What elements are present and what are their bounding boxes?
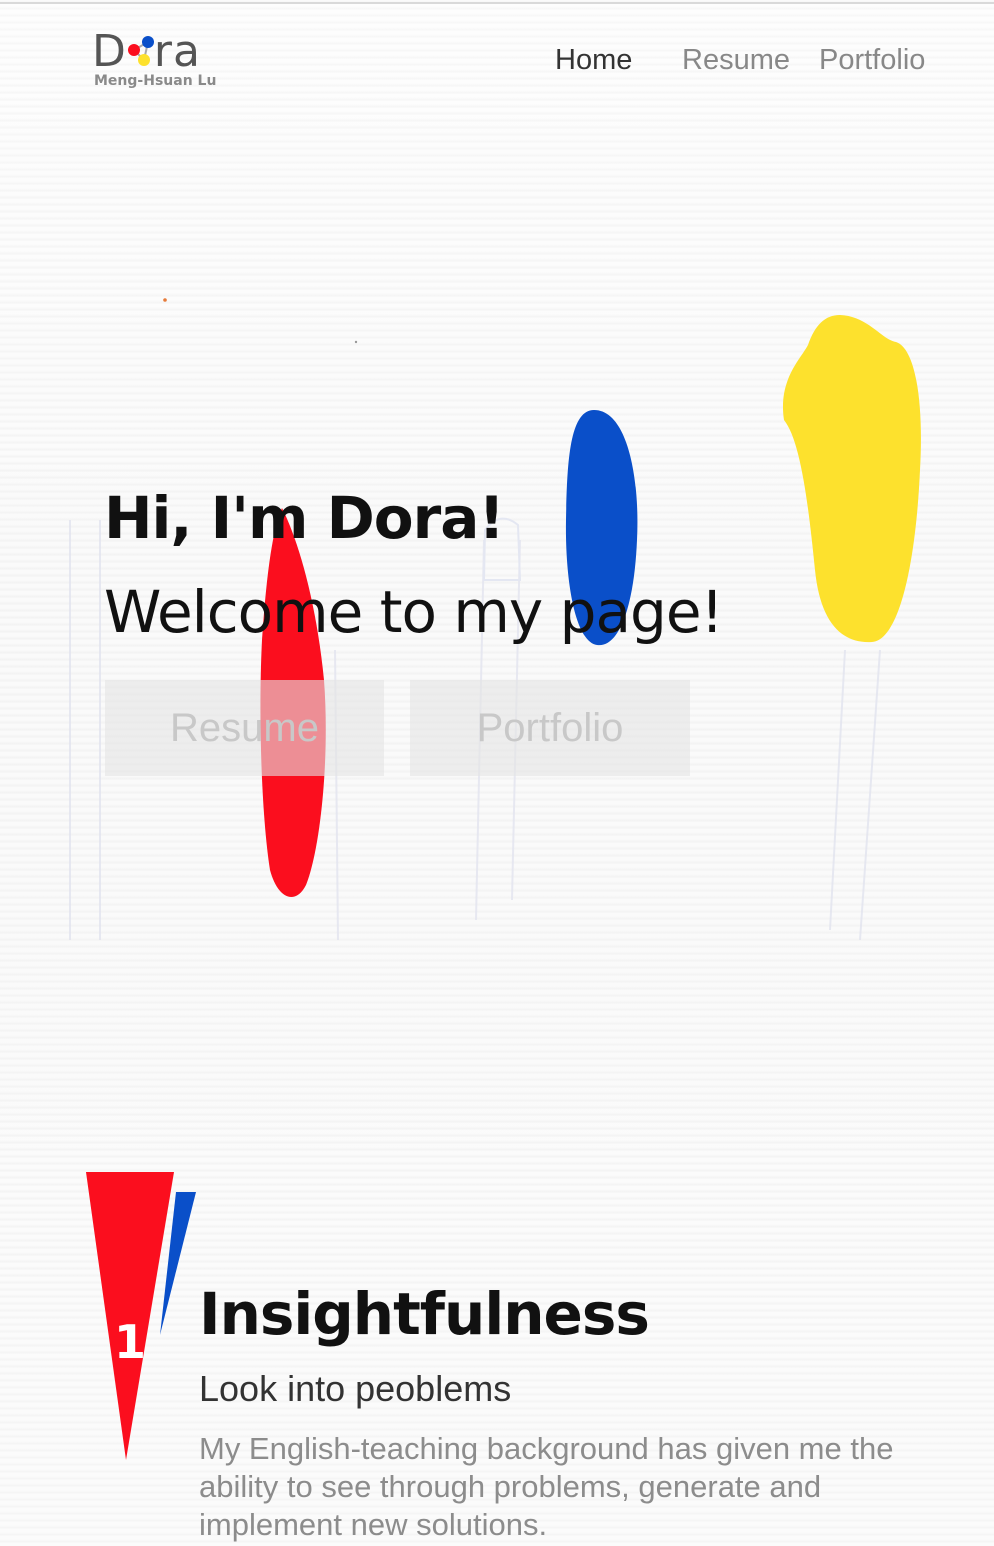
pennant-number-badge: 1 [86, 1172, 196, 1460]
section-title: Insightfulness [199, 1280, 650, 1348]
yellow-paint-blob [782, 315, 921, 643]
section-body-text: My English-teaching background has given… [199, 1431, 894, 1542]
portfolio-button[interactable]: Portfolio [410, 680, 690, 776]
hero-subtitle: Welcome to my page! [104, 578, 724, 646]
section-subtitle: Look into peoblems [199, 1368, 512, 1409]
resume-button[interactable]: Resume [105, 680, 384, 776]
page: Dra Meng-Hsuan Lu Home Resume Portfolio [0, 0, 994, 1546]
section-number: 1 [114, 1315, 146, 1369]
hero-title: Hi, I'm Dora! [104, 484, 505, 552]
